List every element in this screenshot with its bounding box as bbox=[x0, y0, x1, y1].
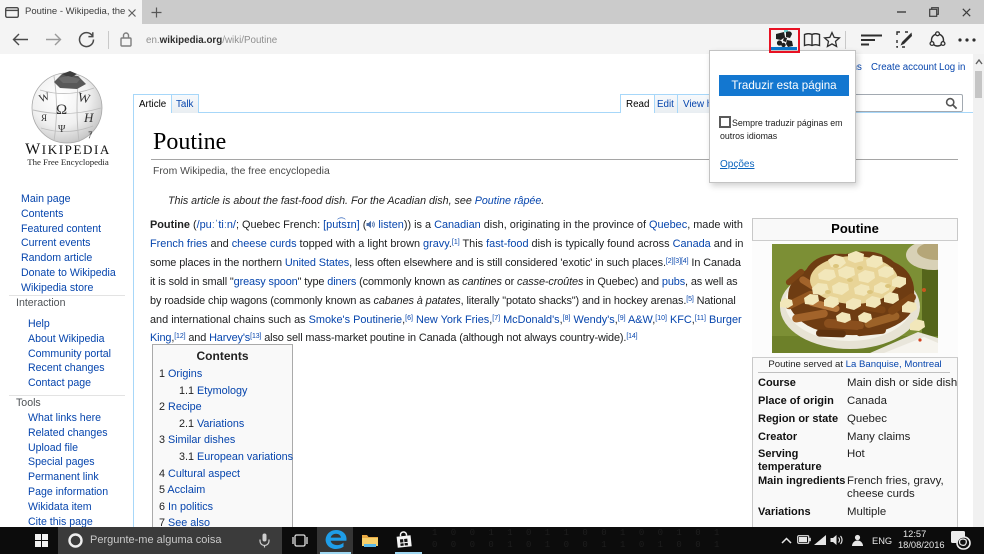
svg-text:Ψ: Ψ bbox=[58, 124, 66, 135]
svg-text:Я: Я bbox=[41, 113, 47, 123]
svg-text:ｱ: ｱ bbox=[88, 130, 93, 140]
svg-text:H: H bbox=[83, 110, 94, 125]
svg-text:Ω: Ω bbox=[56, 102, 67, 118]
